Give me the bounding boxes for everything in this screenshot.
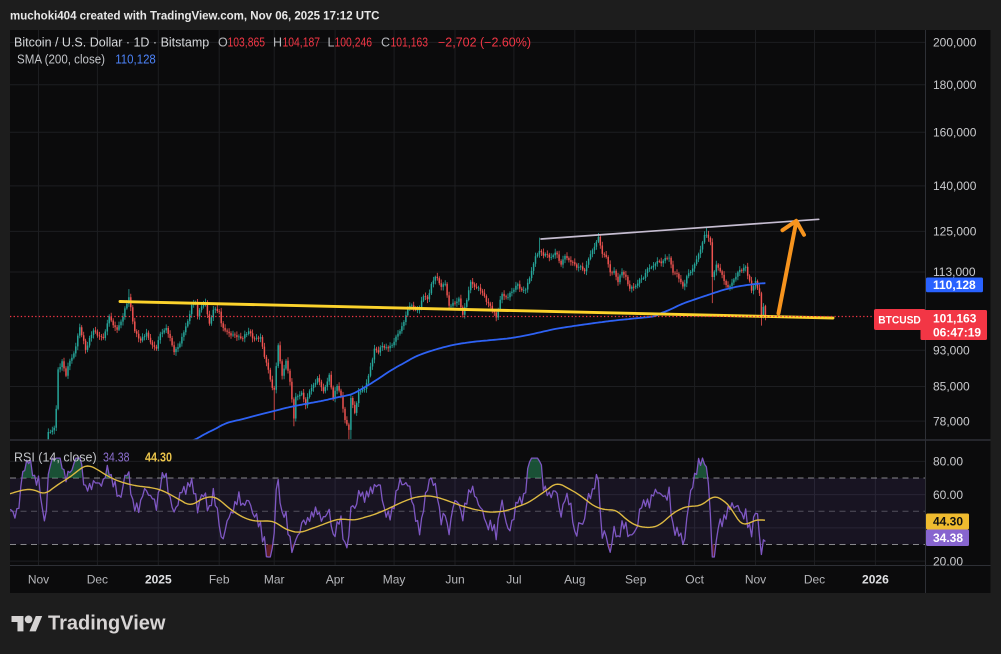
svg-text:20.00: 20.00 bbox=[933, 554, 963, 568]
svg-text:06:47:19: 06:47:19 bbox=[933, 326, 981, 340]
svg-text:34.38: 34.38 bbox=[933, 531, 963, 545]
svg-text:Jun: Jun bbox=[445, 573, 464, 587]
svg-text:BTCUSD: BTCUSD bbox=[878, 315, 921, 327]
svg-text:101,163: 101,163 bbox=[391, 36, 429, 50]
svg-text:Nov: Nov bbox=[28, 573, 49, 587]
svg-text:SMA (200, close): SMA (200, close) bbox=[17, 53, 105, 67]
svg-text:78,000: 78,000 bbox=[933, 414, 970, 428]
svg-text:110,128: 110,128 bbox=[115, 53, 156, 67]
svg-text:muchoki404 created with Tradin: muchoki404 created with TradingView.com,… bbox=[10, 11, 379, 23]
svg-text:TradingView: TradingView bbox=[48, 613, 166, 635]
svg-text:60.00: 60.00 bbox=[933, 488, 963, 502]
svg-text:L: L bbox=[328, 36, 335, 50]
svg-text:Oct: Oct bbox=[685, 573, 704, 587]
svg-text:Dec: Dec bbox=[804, 573, 825, 587]
svg-text:−2,702 (−2.60%): −2,702 (−2.60%) bbox=[438, 36, 531, 50]
svg-text:Mar: Mar bbox=[264, 573, 285, 587]
svg-text:Dec: Dec bbox=[87, 573, 108, 587]
svg-text:May: May bbox=[383, 573, 406, 587]
svg-text:80.00: 80.00 bbox=[933, 455, 963, 469]
svg-text:2026: 2026 bbox=[862, 573, 889, 587]
svg-text:103,865: 103,865 bbox=[228, 36, 266, 50]
svg-text:160,000: 160,000 bbox=[933, 125, 977, 139]
svg-text:O: O bbox=[218, 36, 228, 50]
svg-text:44.30: 44.30 bbox=[145, 451, 172, 465]
svg-text:101,163: 101,163 bbox=[933, 312, 977, 326]
svg-text:Bitcoin / U.S. Dollar · 1D · B: Bitcoin / U.S. Dollar · 1D · Bitstamp bbox=[14, 36, 209, 50]
svg-text:H: H bbox=[273, 36, 282, 50]
svg-text:85,000: 85,000 bbox=[933, 380, 970, 394]
svg-text:125,000: 125,000 bbox=[933, 225, 977, 239]
svg-text:Jul: Jul bbox=[506, 573, 521, 587]
svg-text:C: C bbox=[381, 36, 390, 50]
svg-text:180,000: 180,000 bbox=[933, 78, 977, 92]
svg-text:Sep: Sep bbox=[625, 573, 647, 587]
svg-text:2025: 2025 bbox=[145, 573, 172, 587]
svg-text:93,000: 93,000 bbox=[933, 344, 970, 358]
svg-text:Apr: Apr bbox=[326, 573, 345, 587]
svg-text:140,000: 140,000 bbox=[933, 179, 977, 193]
svg-text:200,000: 200,000 bbox=[933, 36, 977, 50]
svg-text:Feb: Feb bbox=[209, 573, 230, 587]
svg-text:34.38: 34.38 bbox=[103, 451, 130, 465]
svg-text:104,187: 104,187 bbox=[283, 36, 321, 50]
svg-text:Aug: Aug bbox=[564, 573, 585, 587]
svg-text:RSI (14, close): RSI (14, close) bbox=[14, 451, 97, 465]
svg-text:100,246: 100,246 bbox=[335, 36, 373, 50]
svg-text:Nov: Nov bbox=[745, 573, 766, 587]
svg-text:110,128: 110,128 bbox=[933, 278, 976, 292]
svg-text:44.30: 44.30 bbox=[933, 515, 963, 529]
